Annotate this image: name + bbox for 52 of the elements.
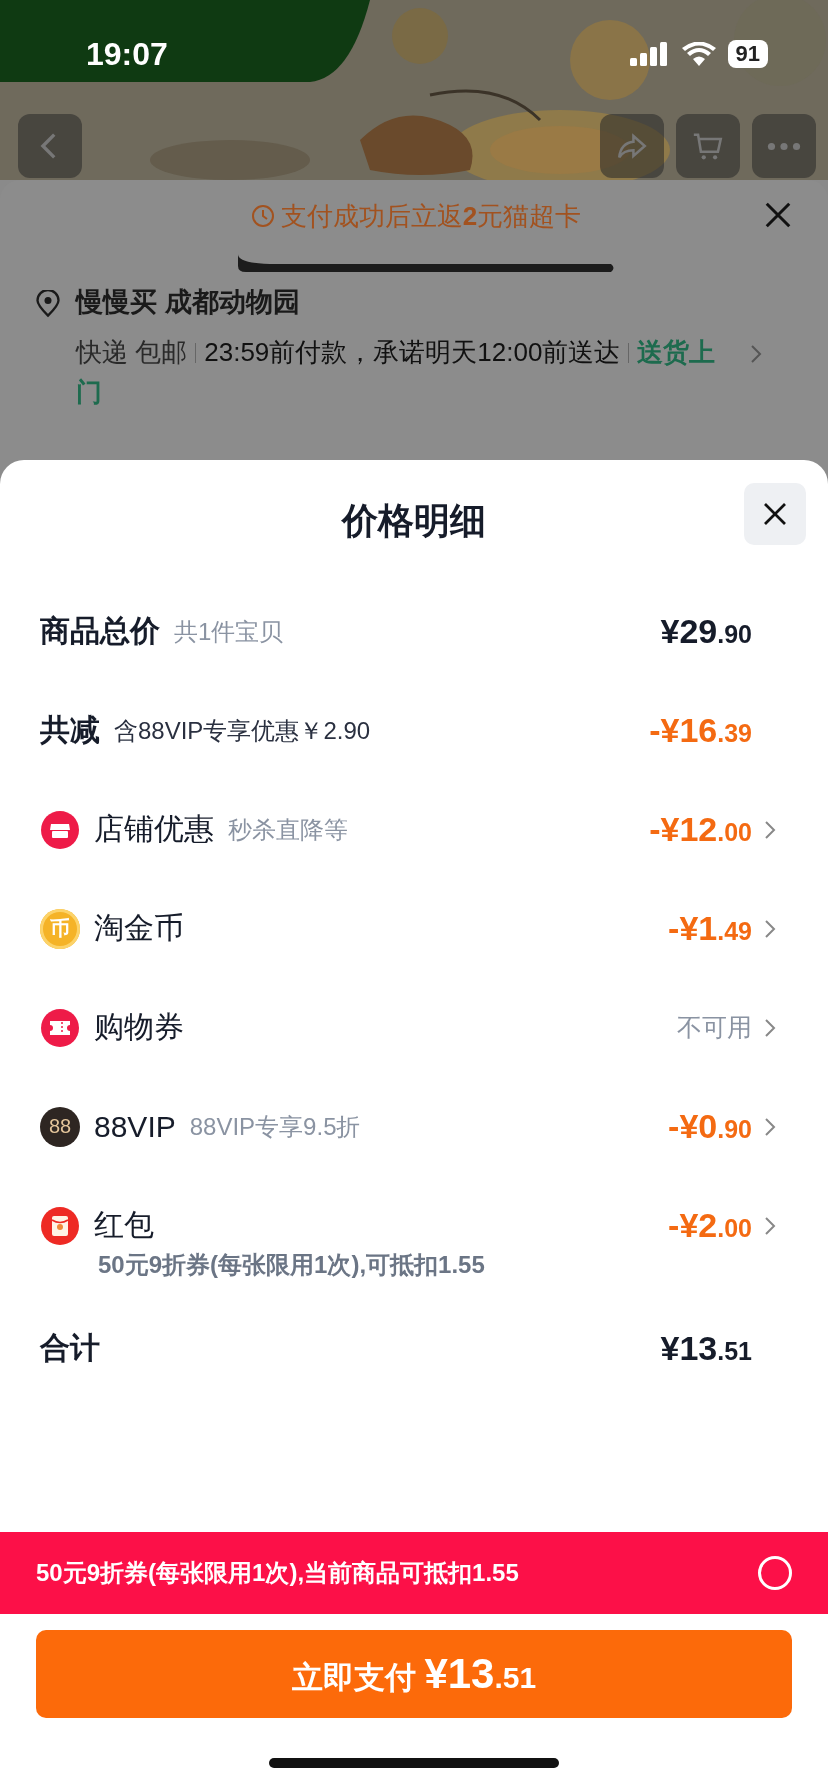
- delivery-info: 快递 包邮 23:59前付款，承诺明天12:00前送达 送货上门: [76, 336, 717, 409]
- row-note: 秒杀直降等: [228, 814, 348, 845]
- ticket-icon: [40, 1007, 80, 1048]
- cart-button[interactable]: [676, 114, 740, 178]
- row-status: 不可用: [677, 1012, 752, 1043]
- row-label: 商品总价: [40, 613, 160, 649]
- more-icon: [767, 141, 801, 151]
- price-amount: -¥12.00: [649, 810, 752, 849]
- share-button[interactable]: [600, 114, 664, 178]
- more-button[interactable]: [752, 114, 816, 178]
- close-button[interactable]: [744, 483, 806, 545]
- pay-button[interactable]: 立即支付 ¥13.51: [36, 1630, 792, 1718]
- price-amount: -¥16.39: [649, 711, 752, 750]
- close-icon: [763, 200, 793, 230]
- coin-icon: 币: [40, 908, 80, 949]
- row-label: 淘金币: [94, 910, 184, 946]
- price-amount: -¥2.00: [668, 1206, 752, 1245]
- row-label: 合计: [40, 1330, 100, 1366]
- row-note: 共1件宝贝: [174, 616, 284, 647]
- shop-icon: [40, 809, 80, 850]
- battery-level: 91: [727, 40, 768, 68]
- sheet-title: 价格明细: [342, 498, 486, 543]
- price-amount: -¥0.90: [668, 1107, 752, 1146]
- chevron-icon: [764, 1116, 776, 1137]
- price-amount: -¥1.49: [668, 909, 752, 948]
- row-note: 88VIP专享9.5折: [189, 1111, 361, 1142]
- row-label: 店铺优惠: [94, 811, 214, 847]
- delivery-address: 慢慢买 成都动物园: [76, 287, 300, 317]
- row-detail: 50元9折券(每张限用1次),可抵扣1.55: [97, 1250, 486, 1280]
- chevron-icon: [764, 1215, 776, 1236]
- vip-icon: 88: [40, 1106, 80, 1147]
- envelope-icon: [40, 1205, 80, 1246]
- back-button[interactable]: [18, 114, 82, 178]
- row-label: 88VIP: [94, 1109, 176, 1144]
- row-label: 红包: [94, 1207, 154, 1243]
- row-label: 购物券: [94, 1009, 184, 1045]
- promo-text: 50元9折券(每张限用1次),当前商品可抵扣1.55: [36, 1558, 519, 1588]
- status-time: 19:07: [86, 35, 168, 73]
- location-pin-icon: [34, 290, 62, 318]
- wifi-icon: [681, 42, 716, 66]
- row-label: 共减: [40, 712, 100, 748]
- row-note: 含88VIP专享优惠￥2.90: [114, 715, 371, 746]
- cashback-notice: 支付成功后立返2元猫超卡: [280, 199, 582, 233]
- radio-button[interactable]: [758, 1556, 792, 1590]
- chevron-icon: [764, 819, 776, 840]
- price-amount: ¥29.90: [660, 612, 752, 651]
- price-amount: ¥13.51: [660, 1329, 752, 1368]
- clock-icon: [250, 204, 275, 228]
- chevron-icon: [764, 1017, 776, 1038]
- signal-icon: [629, 42, 670, 66]
- chevron-icon: [764, 918, 776, 939]
- chevron-icon: [750, 344, 762, 364]
